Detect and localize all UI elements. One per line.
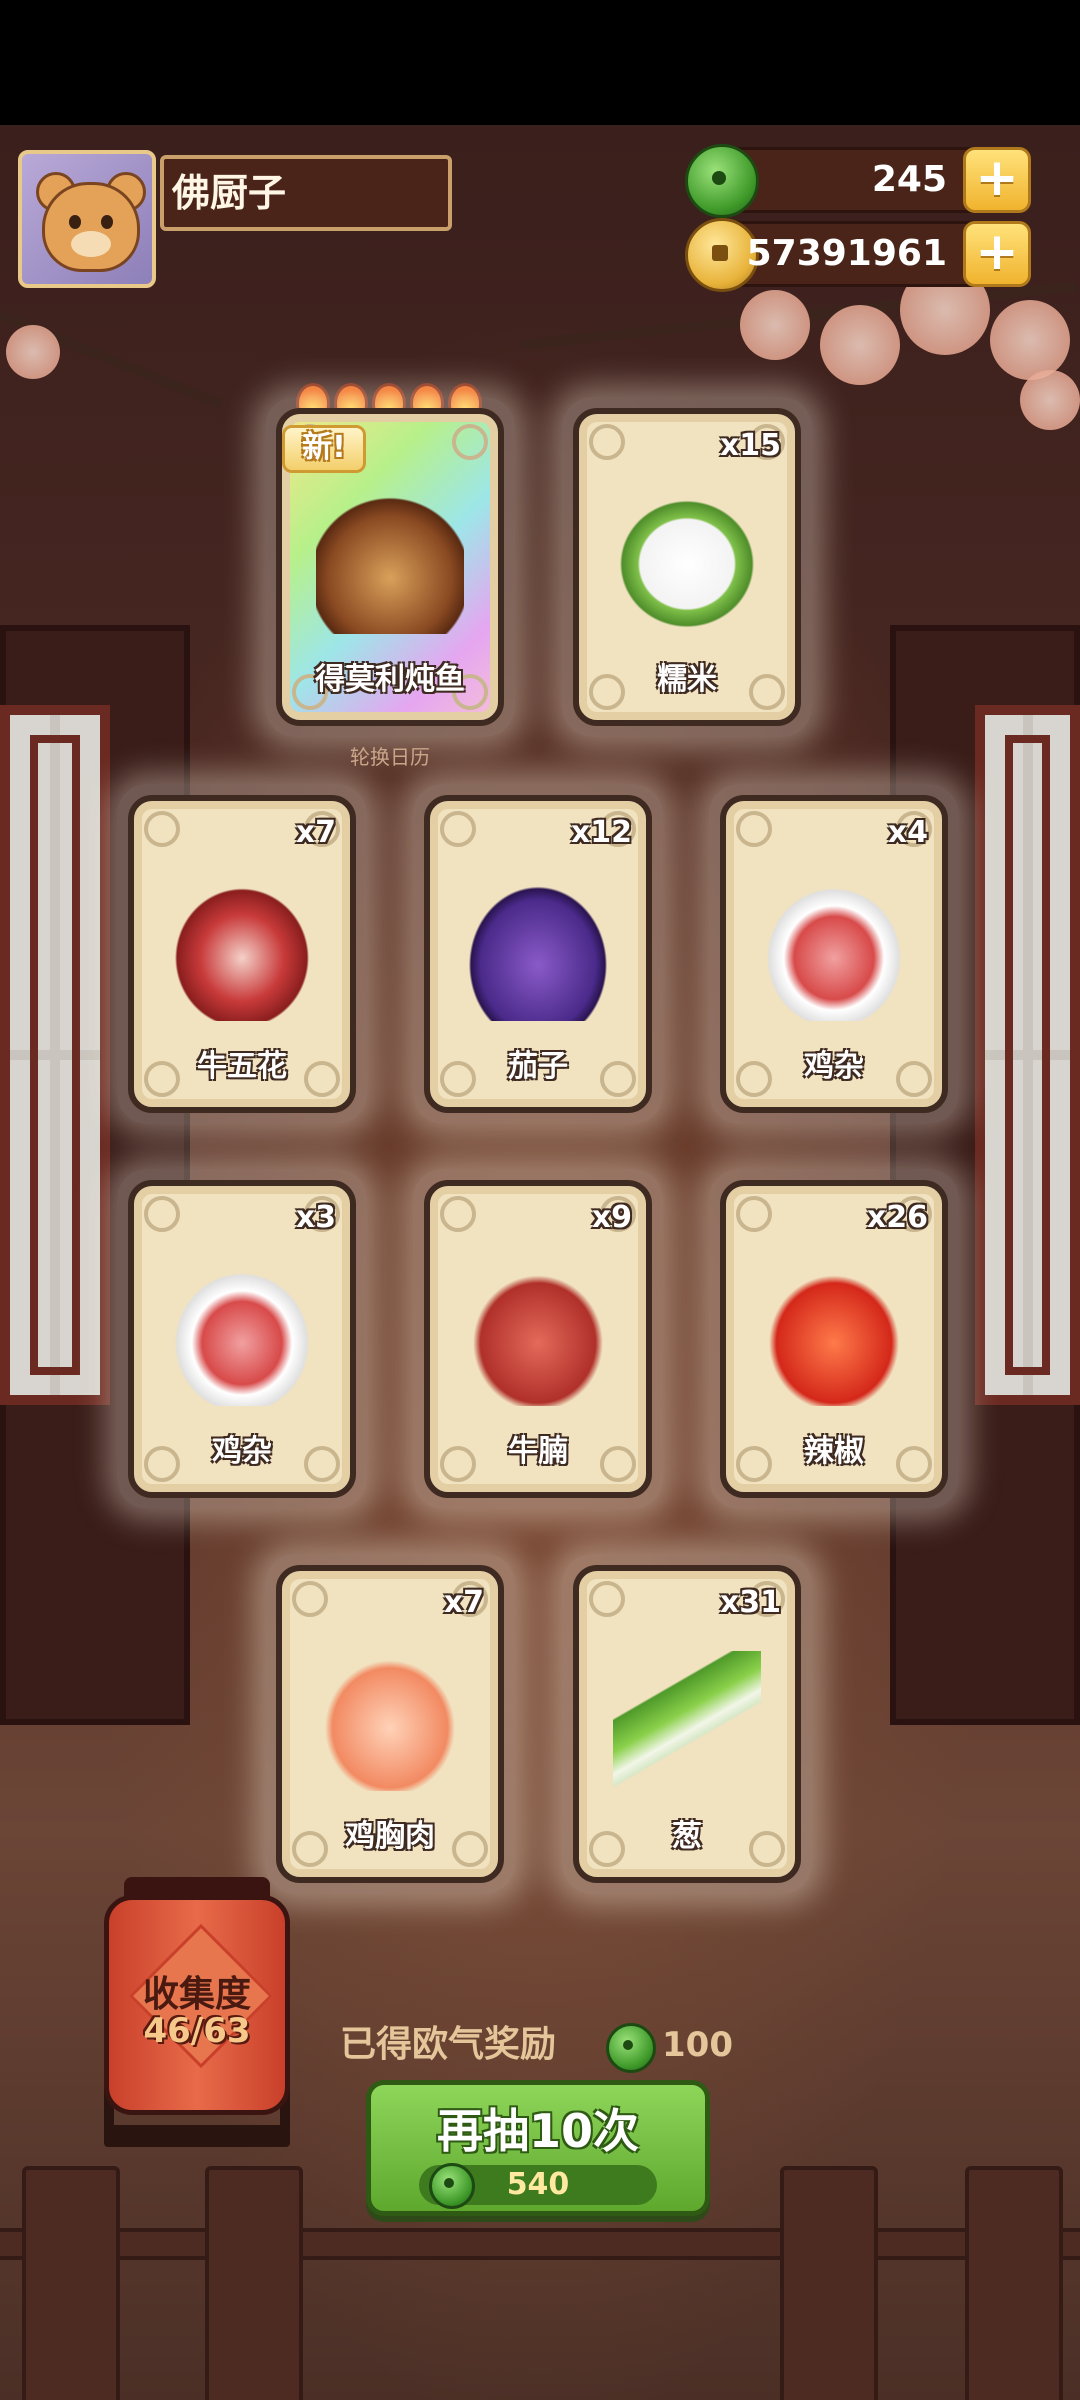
ingredient-card[interactable]: x4 鸡杂	[720, 795, 948, 1113]
ingredient-card[interactable]: x9 牛腩	[424, 1180, 652, 1498]
card-corner-ornament	[292, 1581, 328, 1617]
ingredient-card[interactable]: x7 鸡胸肉	[276, 1565, 504, 1883]
fence-post	[22, 2166, 120, 2400]
beef-flank-icon	[464, 1266, 612, 1406]
card-corner-ornament	[144, 1196, 180, 1232]
card-quantity: x15	[719, 428, 781, 463]
new-badge: 新!	[282, 425, 366, 473]
chicken-giblets-icon	[168, 1266, 316, 1406]
card-quantity: x7	[295, 815, 336, 850]
draw-again-label: 再抽10次	[436, 2104, 639, 2158]
blossom-flower	[990, 300, 1070, 380]
bear-avatar-icon	[42, 182, 140, 272]
collection-title: 收集度	[142, 1974, 251, 2015]
jade-icon	[606, 2023, 656, 2073]
card-corner-ornament	[440, 811, 476, 847]
collection-count: 46/63	[143, 2011, 251, 2051]
fence-rail	[0, 2228, 1080, 2260]
fence-post	[965, 2166, 1063, 2400]
card-name: 茄子	[508, 1049, 568, 1084]
card-name: 得莫利炖鱼	[315, 662, 465, 697]
glutinous-rice-icon	[613, 494, 761, 634]
add-jade-button[interactable]: +	[963, 147, 1031, 213]
card-corner-ornament	[144, 811, 180, 847]
blossom-flower	[740, 290, 810, 360]
ingredient-card[interactable]: x3 鸡杂	[128, 1180, 356, 1498]
player-avatar[interactable]	[18, 150, 156, 288]
card-corner-ornament	[736, 1196, 772, 1232]
rotation-calendar-label[interactable]: 轮换日历	[330, 741, 450, 770]
game-scene: 佛厨子 245 + 57391961 + 得莫利炖鱼 x15 糯米 x7 牛五花 x12 茄…	[0, 125, 1080, 2400]
card-quantity: x26	[866, 1200, 928, 1235]
ingredient-card[interactable]: x31 葱	[573, 1565, 801, 1883]
jade-amount: 245	[871, 159, 947, 200]
card-quantity: x31	[719, 1585, 781, 1620]
scallion-icon	[613, 1651, 761, 1791]
card-name: 鸡杂	[212, 1434, 272, 1469]
luck-reward-value: 100	[662, 2025, 733, 2065]
ingredient-card[interactable]: x26 辣椒	[720, 1180, 948, 1498]
chicken-giblets-icon	[760, 881, 908, 1021]
fence-post	[780, 2166, 878, 2400]
braised-fish-icon	[316, 494, 464, 634]
card-name: 葱	[672, 1819, 702, 1854]
draw-cost: 540	[506, 2167, 570, 2202]
card-corner-ornament	[440, 1196, 476, 1232]
card-name: 辣椒	[804, 1434, 864, 1469]
card-name: 鸡胸肉	[345, 1819, 435, 1854]
card-corner-ornament	[452, 424, 488, 460]
jade-balance: 245 +	[685, 144, 1031, 218]
card-quantity: x12	[570, 815, 632, 850]
card-name: 鸡杂	[804, 1049, 864, 1084]
ingredient-card[interactable]: x7 牛五花	[128, 795, 356, 1113]
fence-post	[205, 2166, 303, 2400]
ingredient-card[interactable]: x15 糯米	[573, 408, 801, 726]
chili-pepper-icon	[760, 1266, 908, 1406]
right-window-lattice	[975, 705, 1080, 1405]
eggplant-icon	[464, 881, 612, 1021]
draw-again-button[interactable]: 再抽10次 540	[366, 2080, 710, 2216]
lantern-stand	[104, 2125, 290, 2147]
chicken-breast-icon	[316, 1651, 464, 1791]
blossom-flower	[6, 325, 60, 379]
beef-brisket-icon	[168, 881, 316, 1021]
jade-icon	[685, 144, 759, 218]
blossom-flower	[1020, 370, 1080, 430]
card-quantity: x9	[591, 1200, 632, 1235]
coin-amount: 57391961	[746, 233, 947, 274]
ingredient-card[interactable]: x12 茄子	[424, 795, 652, 1113]
coin-balance: 57391961 +	[685, 218, 1031, 292]
card-corner-ornament	[589, 1581, 625, 1617]
luck-reward-label: 已得欧气奖励	[340, 2024, 557, 2065]
card-name: 牛腩	[508, 1434, 568, 1469]
card-corner-ornament	[736, 811, 772, 847]
card-quantity: x3	[295, 1200, 336, 1235]
blossom-flower	[820, 305, 900, 385]
card-name: 糯米	[657, 662, 717, 697]
card-name: 牛五花	[197, 1049, 287, 1084]
card-corner-ornament	[589, 424, 625, 460]
card-quantity: x4	[887, 815, 928, 850]
card-quantity: x7	[443, 1585, 484, 1620]
left-window-lattice	[0, 705, 110, 1405]
add-coins-button[interactable]: +	[963, 221, 1031, 287]
player-name: 佛厨子	[160, 155, 452, 231]
